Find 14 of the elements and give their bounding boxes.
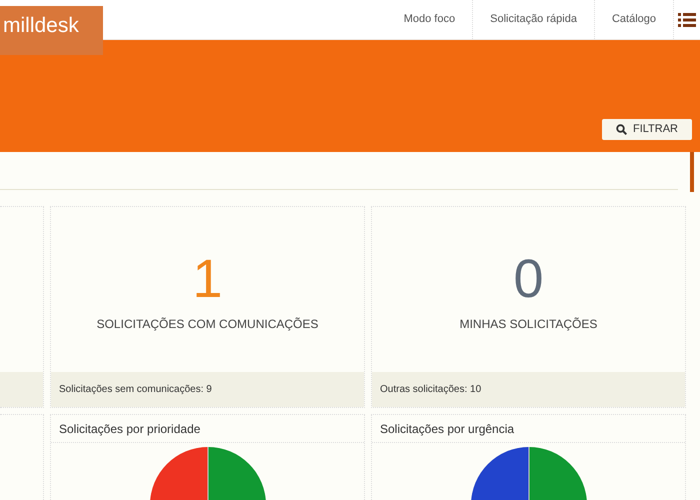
stat-label: MINHAS SOLICITAÇÕES	[460, 316, 598, 333]
chart-title: Solicitações por urgência	[380, 420, 514, 438]
stat-value: 0	[513, 249, 544, 309]
stat-value: 1	[192, 249, 223, 309]
chart-title: Solicitações por prioridade	[59, 420, 200, 438]
stat-label: SOLICITAÇÕES COM COMUNICAÇÕES	[96, 316, 318, 333]
nav-link[interactable]: Solicitação rápida	[473, 0, 595, 39]
filter-button[interactable]: FILTRAR	[602, 119, 692, 140]
stat-footer: Outras solicitações: 10	[380, 382, 482, 397]
scrollbar	[690, 152, 694, 192]
nav-link[interactable]: Catálogo	[594, 0, 674, 39]
stat-footer: Solicitações sem comunicações: 9	[59, 382, 212, 397]
nav-link[interactable]: Modo foco	[386, 0, 474, 39]
search-icon	[616, 124, 627, 135]
